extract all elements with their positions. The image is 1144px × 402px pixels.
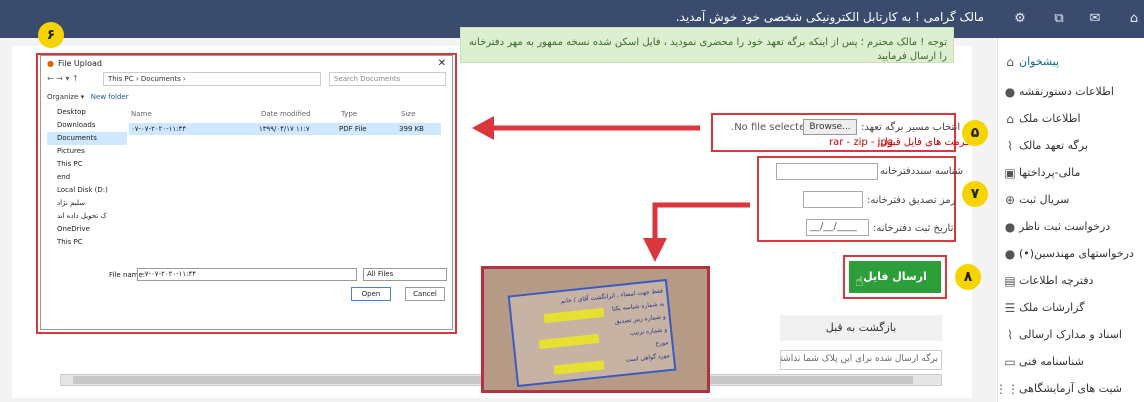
column-headers: Name Date modified Type Size	[131, 110, 441, 118]
firefox-icon: ●	[47, 58, 54, 68]
tree-item[interactable]: سلیم نژاد	[47, 197, 127, 210]
new-folder-button[interactable]: New folder	[91, 93, 129, 101]
search-documents[interactable]: Search Documents	[329, 72, 446, 86]
tree-item[interactable]: Documents	[47, 132, 127, 145]
open-button[interactable]: Open	[351, 287, 391, 301]
tree-item[interactable]: OneDrive	[47, 223, 127, 236]
organize-button[interactable]: Organize ▾	[47, 93, 84, 101]
stamp-photo: فقط جهت امضاء ، اثرانگشت آقای / خانم به …	[481, 266, 710, 393]
tree-item[interactable]: This PC	[47, 158, 127, 171]
col-size[interactable]: Size	[401, 110, 441, 118]
tree-item[interactable]: Pictures	[47, 145, 127, 158]
dialog-close-button[interactable]: ✕	[438, 58, 446, 69]
address-bar[interactable]: This PC › Documents ›	[103, 72, 321, 86]
filename-input[interactable]: ۰۷-۰۷-۲۰۲۰-۱۱:۴۴	[137, 268, 357, 281]
col-name[interactable]: Name	[131, 110, 261, 118]
stamp-frame: فقط جهت امضاء ، اثرانگشت آقای / خانم به …	[507, 278, 677, 388]
file-type: PDF File	[339, 125, 367, 133]
arrow-head-left	[472, 116, 494, 140]
tree-item[interactable]: Desktop	[47, 106, 127, 119]
file-size: 399 KB	[399, 125, 424, 133]
toolbar: Organize ▾ New folder	[47, 93, 129, 101]
file-name: ۰۷-۰۷-۲۰۲۰-۱۱:۴۴	[131, 125, 187, 133]
file-date: ۱۳۹۹/۰۴/۱۷ ۱۱:۷	[259, 125, 310, 133]
folder-tree: Desktop Downloads Documents Pictures Thi…	[47, 106, 127, 256]
tree-item[interactable]: Downloads	[47, 119, 127, 132]
col-date[interactable]: Date modified	[261, 110, 341, 118]
tree-item[interactable]: ک تحویل داده اند	[47, 210, 127, 223]
col-type[interactable]: Type	[341, 110, 401, 118]
step-badge-6: ۶	[38, 22, 64, 48]
arrow-to-photo	[652, 202, 750, 240]
file-row[interactable]: ۰۷-۰۷-۲۰۲۰-۱۱:۴۴ ۱۳۹۹/۰۴/۱۷ ۱۱:۷ PDF Fil…	[129, 123, 441, 135]
file-upload-dialog: ● File Upload ✕ ← → ▾ ↑ This PC › Documen…	[40, 55, 453, 330]
filetype-select[interactable]: All Files	[363, 268, 447, 281]
nav-buttons[interactable]: ← → ▾ ↑	[47, 74, 79, 83]
tree-item[interactable]: Local Disk (D:)	[47, 184, 127, 197]
arrow-head-down	[643, 238, 667, 262]
dialog-titlebar: ● File Upload	[47, 58, 102, 68]
cancel-button[interactable]: Cancel	[405, 287, 445, 301]
tree-item[interactable]: end	[47, 171, 127, 184]
tree-item[interactable]: This PC	[47, 236, 127, 249]
